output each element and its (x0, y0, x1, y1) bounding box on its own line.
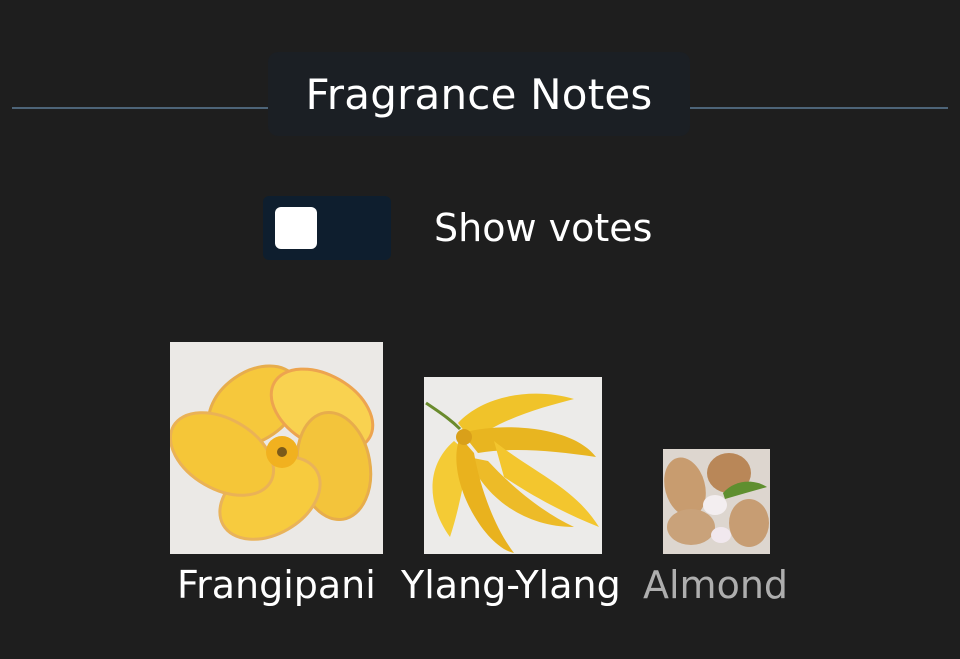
note-label-frangipani[interactable]: Frangipani (177, 562, 376, 608)
note-label-almond[interactable]: Almond (643, 562, 788, 608)
almond-nut-icon (663, 449, 770, 554)
frangipani-flower-icon (170, 342, 383, 554)
ylang-ylang-image[interactable] (424, 377, 602, 554)
almond-image[interactable] (663, 449, 770, 554)
show-votes-toggle[interactable] (263, 196, 391, 260)
frangipani-image[interactable] (170, 342, 383, 554)
fragrance-notes-header: Fragrance Notes (12, 52, 948, 136)
ylang-ylang-flower-icon (424, 377, 602, 554)
section-title: Fragrance Notes (268, 52, 690, 136)
divider-left (12, 107, 268, 109)
toggle-knob[interactable] (275, 207, 317, 249)
show-votes-label[interactable]: Show votes (434, 203, 652, 253)
note-label-ylang-ylang[interactable]: Ylang-Ylang (401, 562, 621, 608)
divider-right (690, 107, 948, 109)
